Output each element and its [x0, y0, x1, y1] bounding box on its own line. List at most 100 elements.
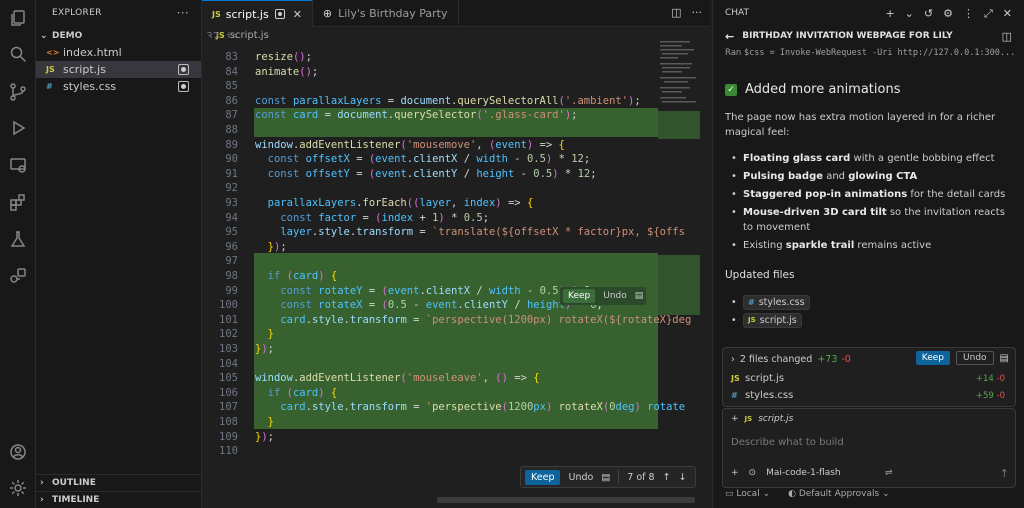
code-line: 103});	[202, 342, 658, 357]
line-number: 89	[225, 138, 238, 151]
timeline-label: TIMELINE	[52, 495, 100, 505]
tab-label: Lily's Birthday Party	[338, 7, 448, 20]
chat-agents-icon[interactable]	[8, 265, 28, 285]
minimap-diff-marker	[658, 111, 700, 139]
code-line: 89 window.addEventListener('mousemove', (…	[202, 138, 658, 153]
code-text: const offsetX = (event.clientX / width -…	[267, 153, 591, 166]
close-icon[interactable]: ✕	[293, 8, 302, 21]
model-picker[interactable]: Mai-code-1-flash	[766, 468, 841, 478]
line-number: 97	[225, 255, 238, 268]
inline-undo-button[interactable]: Undo	[599, 289, 631, 303]
line-number: 84	[225, 65, 238, 78]
send-arrow-icon[interactable]: ↑	[1000, 467, 1009, 480]
split-editor-icon[interactable]: ◫	[671, 6, 681, 19]
code-line: 106 if (card) {	[202, 386, 658, 401]
keep-all-button[interactable]: Keep	[915, 351, 951, 365]
changed-file-row[interactable]: # styles.css +59 -0	[723, 387, 1015, 404]
file-chip-styles-css[interactable]: #styles.css	[743, 294, 810, 310]
code-text: const rotateY = (event.clientX / width -…	[280, 284, 596, 297]
search-icon[interactable]	[8, 44, 28, 64]
line-number: 103	[219, 343, 238, 355]
chevron-down-icon[interactable]: ⌄	[905, 7, 914, 21]
account-icon[interactable]	[8, 442, 28, 462]
close-icon[interactable]: ✕	[1003, 7, 1012, 21]
activity-bar	[0, 0, 36, 508]
diff-document-icon[interactable]: ▤	[635, 291, 644, 301]
file-index-html[interactable]: <> index.html	[36, 44, 201, 61]
add-plus-icon[interactable]: +	[731, 468, 739, 478]
line-number: 104	[219, 357, 238, 370]
file-chip-script-js[interactable]: JSscript.js	[743, 312, 802, 328]
more-actions-icon[interactable]: ···	[692, 6, 703, 19]
outline-section[interactable]: › OUTLINE	[36, 474, 202, 491]
horizontal-scrollbar[interactable]	[437, 497, 695, 503]
history-icon[interactable]: ↺	[924, 7, 933, 21]
diff-document-icon[interactable]: ▤	[601, 472, 610, 483]
file-name: styles.css	[63, 80, 117, 93]
folder-demo[interactable]: ⌄ DEMO	[36, 26, 201, 46]
tools-icon[interactable]: ⇌	[885, 468, 893, 478]
line-number: 106	[219, 386, 238, 399]
code-text: const parallaxLayers = document.querySel…	[255, 94, 641, 107]
tool-run-line[interactable]: Ran $css = Invoke-WebRequest -Uri http:/…	[713, 46, 1024, 60]
settings-gear-icon[interactable]	[8, 478, 28, 498]
modified-badge-icon	[178, 64, 189, 75]
line-number: 92	[225, 182, 238, 195]
undo-all-button[interactable]: Undo	[956, 351, 994, 365]
extensions-icon[interactable]	[8, 192, 28, 212]
tab-browser-preview[interactable]: ⊕ Lily's Birthday Party	[313, 0, 459, 27]
previous-change-arrow-icon[interactable]: ↑	[663, 472, 671, 483]
maximize-icon[interactable]: ⤢	[984, 7, 993, 21]
chat-panel: CHAT + ⌄ ↺ ⚙ ⋮ ⤢ ✕ ← BIRTHDAY INVITATION…	[712, 0, 1024, 508]
file-styles-css[interactable]: # styles.css	[36, 78, 201, 95]
code-line: 90 const offsetX = (event.clientX / widt…	[202, 152, 658, 167]
run-debug-icon[interactable]	[8, 118, 28, 138]
code-text: const card = document.querySelector('.gl…	[255, 109, 578, 122]
tab-script-js[interactable]: JS script.js ✕	[202, 0, 313, 27]
review-keep-button[interactable]: Keep	[525, 469, 561, 485]
approvals-picker[interactable]: ◐ Default Approvals ⌄	[788, 489, 890, 499]
new-chat-plus-icon[interactable]: +	[885, 7, 894, 21]
chat-input[interactable]: Describe what to build	[731, 437, 844, 448]
settings-gear-icon[interactable]: ⚙	[943, 7, 953, 21]
file-name: script.js	[63, 63, 106, 76]
css-file-icon: #	[46, 82, 53, 91]
more-actions-icon[interactable]: ⋮	[963, 7, 974, 21]
more-actions-icon[interactable]: ···	[177, 6, 189, 20]
code-view[interactable]: 32.js 83 resize(); 84 animate(); 85 86 const p…	[202, 29, 691, 499]
changed-file-row[interactable]: JS script.js +14 -0	[723, 370, 1015, 387]
view-diff-icon[interactable]: ▤	[1000, 353, 1009, 364]
timeline-section[interactable]: › TIMELINE	[36, 491, 202, 508]
toggle-sidebar-icon[interactable]: ◫	[1002, 30, 1012, 43]
files-icon[interactable]	[8, 8, 28, 28]
next-change-arrow-icon[interactable]: ↓	[679, 472, 687, 483]
context-attachment[interactable]: + JS script.js	[731, 414, 793, 424]
add-context-plus-icon[interactable]: +	[731, 414, 739, 424]
file-script-js[interactable]: JS script.js	[36, 61, 201, 78]
remote-explorer-icon[interactable]	[8, 155, 28, 175]
chevron-down-icon: ⌄	[40, 31, 48, 41]
session-target-picker[interactable]: ▭ Local ⌄	[725, 489, 770, 499]
back-arrow-icon[interactable]: ←	[725, 30, 734, 43]
chat-header: CHAT + ⌄ ↺ ⚙ ⋮ ⤢ ✕	[713, 0, 1024, 26]
line-number: 105	[219, 372, 238, 385]
source-control-icon[interactable]	[8, 82, 28, 102]
line-number: 96	[225, 240, 238, 253]
code-text: resize();	[255, 51, 312, 63]
testing-icon[interactable]	[8, 229, 28, 249]
list-item: Existing sparkle trail remains active	[725, 238, 1009, 253]
answer-heading: ✓ Added more animations	[725, 82, 900, 97]
ran-label: Ran	[725, 48, 742, 58]
js-file-icon: JS	[46, 65, 55, 74]
minimap[interactable]	[658, 29, 700, 469]
changes-header[interactable]: › 2 files changed +73 -0 Keep Undo ▤	[723, 348, 1015, 370]
code-line: 84 animate();	[202, 65, 658, 80]
tab-label: script.js	[225, 7, 269, 21]
code-line: 104	[202, 357, 658, 372]
review-undo-button[interactable]: Undo	[568, 472, 593, 483]
chevron-right-icon: ›	[731, 353, 735, 365]
code-text: const factor = (index + 1) * 0.5;	[280, 211, 490, 224]
agent-mode-icon[interactable]: ⊙	[749, 468, 757, 478]
explorer-panel: EXPLORER ··· ⌄ DEMO <> index.html JS scr…	[36, 0, 202, 508]
inline-keep-button[interactable]: Keep	[563, 289, 596, 303]
